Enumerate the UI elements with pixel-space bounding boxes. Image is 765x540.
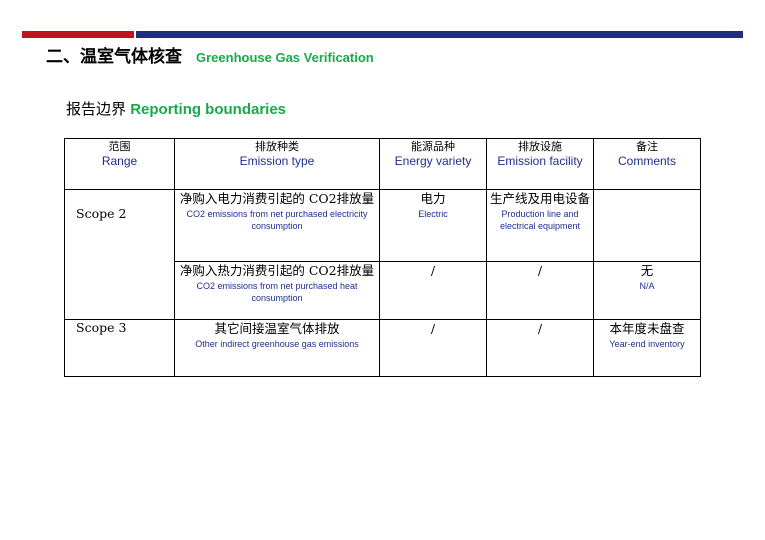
energy-variety-cn: 电力 (420, 191, 446, 206)
comments-en: Year-end inventory (609, 339, 685, 349)
comments-cn: 无 (640, 263, 654, 278)
header-emission-type-cn: 排放种类 (255, 140, 299, 153)
header-bar-red (22, 31, 134, 38)
header-range-en: Range (101, 154, 138, 168)
comments-cell: 本年度未盘查 Year-end inventory (593, 319, 701, 377)
header-emission-facility-cn: 排放设施 (518, 140, 562, 153)
header-cell-comments: 备注 Comments (593, 138, 701, 190)
emission-type-cn: 净购入热力消费引起的 CO2排放量 (179, 263, 375, 278)
energy-variety-cell: / (379, 261, 487, 320)
emission-facility-value: / (537, 263, 543, 278)
header-cell-range: 范围 Range (64, 138, 175, 190)
emission-type-cell: 其它间接温室气体排放 Other indirect greenhouse gas… (174, 319, 380, 377)
emission-facility-value: / (537, 321, 543, 336)
scope-2-label: Scope 2 (76, 206, 127, 221)
comments-cell: 无 N/A (593, 261, 701, 320)
energy-variety-en: Electric (418, 209, 448, 219)
emission-facility-cn: 生产线及用电设备 (489, 191, 590, 206)
header-energy-variety-en: Energy variety (394, 154, 472, 168)
header-comments-en: Comments (617, 154, 676, 168)
header-cell-energy-variety: 能源品种 Energy variety (379, 138, 487, 190)
emission-type-cell: 净购入热力消费引起的 CO2排放量 CO2 emissions from net… (174, 261, 380, 320)
energy-variety-value: / (430, 321, 436, 336)
boundaries-table: 范围 Range 排放种类 Emission type 能源品种 Energy … (64, 138, 701, 377)
section-title-en: Reporting boundaries (130, 101, 287, 118)
emission-type-en: CO2 emissions from net purchased heat co… (196, 281, 358, 303)
scope-2-cell: Scope 2 (64, 189, 175, 320)
energy-variety-value: / (430, 263, 436, 278)
emission-facility-cell: / (486, 261, 594, 320)
energy-variety-cell: / (379, 319, 487, 377)
energy-variety-cell: 电力 Electric (379, 189, 487, 262)
header-range-cn: 范围 (108, 140, 131, 153)
comments-cn: 本年度未盘查 (609, 321, 685, 336)
header-emission-type-en: Emission type (239, 154, 315, 168)
emission-type-cn: 净购入电力消费引起的 CO2排放量 (179, 191, 375, 206)
header-comments-cn: 备注 (636, 140, 658, 153)
table-row: Scope 2 净购入电力消费引起的 CO2排放量 CO2 emissions … (64, 189, 701, 320)
scope-3-cell: Scope 3 (64, 319, 175, 377)
emission-type-cn: 其它间接温室气体排放 (214, 321, 340, 336)
header-bar-blue (136, 31, 743, 38)
emission-type-en: CO2 emissions from net purchased electri… (186, 209, 368, 231)
header-energy-variety-cn: 能源品种 (411, 140, 455, 153)
header-cell-emission-facility: 排放设施 Emission facility (486, 138, 594, 190)
comments-cell (593, 189, 701, 262)
table-header-row: 范围 Range 排放种类 Emission type 能源品种 Energy … (64, 138, 701, 190)
section-title: 报告边界 Reporting boundaries (66, 98, 286, 119)
page-title-cn: 二、温室气体核查 (46, 47, 182, 67)
emission-type-en: Other indirect greenhouse gas emissions (195, 339, 359, 349)
comments-en: N/A (639, 281, 655, 291)
header-cell-emission-type: 排放种类 Emission type (174, 138, 380, 190)
section-title-cn: 报告边界 (66, 100, 127, 118)
scope-3-label: Scope 3 (76, 320, 127, 335)
emission-facility-en: Production line and electrical equipment (499, 209, 581, 231)
emission-facility-cell: 生产线及用电设备 Production line and electrical … (486, 189, 594, 262)
emission-facility-cell: / (486, 319, 594, 377)
page-title-en: Greenhouse Gas Verification (196, 50, 374, 65)
table-row: Scope 3 其它间接温室气体排放 Other indirect greenh… (64, 319, 701, 377)
header-emission-facility-en: Emission facility (497, 154, 583, 168)
page-title: 二、温室气体核查 Greenhouse Gas Verification (46, 42, 374, 67)
emission-type-cell: 净购入电力消费引起的 CO2排放量 CO2 emissions from net… (174, 189, 380, 262)
